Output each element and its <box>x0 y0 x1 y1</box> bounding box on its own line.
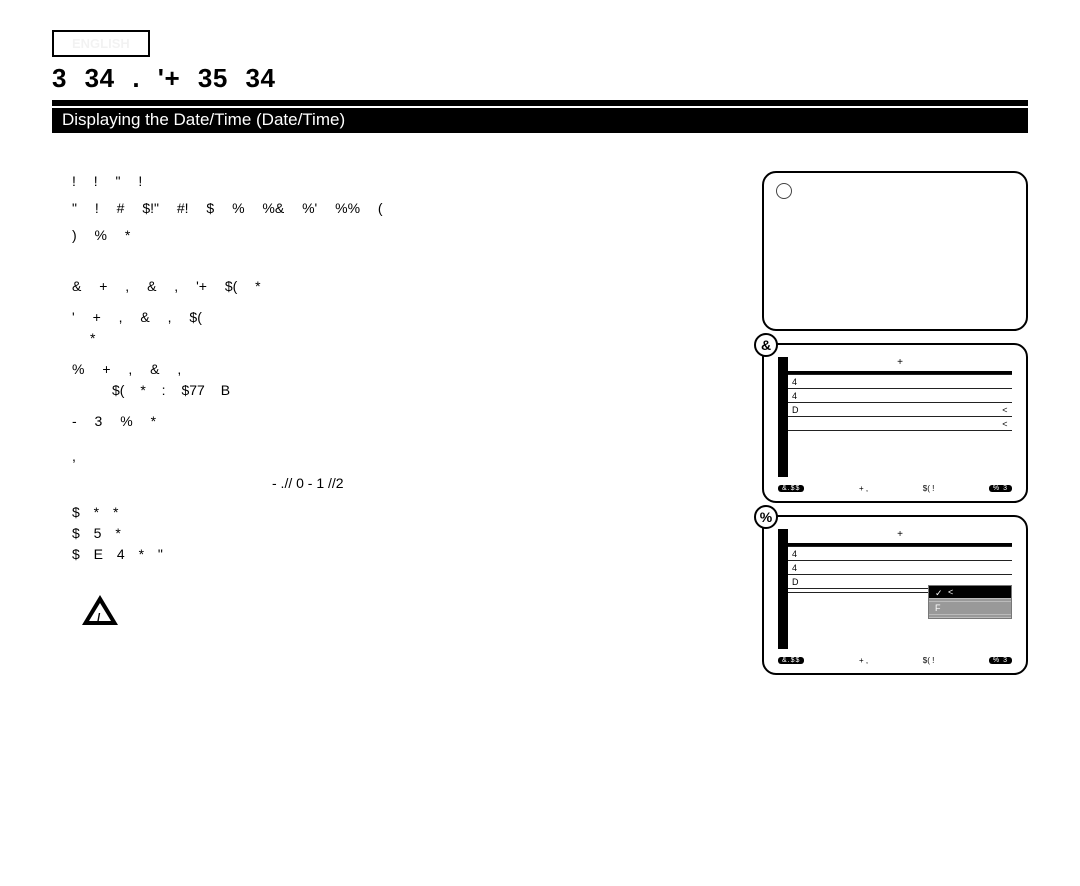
sun-icon <box>776 183 792 199</box>
step-2-sub: * <box>90 328 734 349</box>
body-line: " ! # $!" #! $ % %& %' %% ( <box>72 198 734 219</box>
lcd-screen-menu: + 4 4 D <box>762 343 1028 503</box>
menu-row-label: 4 <box>792 377 798 387</box>
footer-pill: &.$$ <box>778 485 804 492</box>
menu-row-value: < <box>1002 405 1008 415</box>
menu-row[interactable]: 4 <box>788 547 1012 561</box>
body-line: ! ! " ! <box>72 171 734 192</box>
dropdown-popup: < F <box>928 585 1012 619</box>
option-label: < <box>948 587 953 597</box>
page-title: 3 34 . '+ 35 34 <box>52 63 1028 94</box>
step-1: & + , & , '+ $( * <box>72 276 734 297</box>
menu-row[interactable]: 4 <box>788 389 1012 403</box>
menu-side-tabs <box>778 529 788 649</box>
option-label: F <box>935 603 941 613</box>
main-content: ! ! " ! " ! # $!" #! $ % %& %' %% ( ) % <box>52 171 734 675</box>
menu-footer: &.$$ + , $( ! % 3 <box>778 656 1012 665</box>
footer-pill: &.$$ <box>778 657 804 664</box>
footer-text: $( ! <box>923 656 935 665</box>
menu-row-label: D <box>792 577 799 587</box>
dropdown-option[interactable]: < <box>929 586 1011 599</box>
menu-title: + <box>788 529 1012 540</box>
menu-row[interactable]: 4 <box>788 561 1012 575</box>
step-2-text: ' + , & , $( <box>72 309 202 325</box>
step-badge: & <box>754 333 778 357</box>
step-badge: % <box>754 505 778 529</box>
note-line: $ * * <box>72 502 734 523</box>
menu-row-label: 4 <box>792 563 798 573</box>
screenshots-column: & + 4 4 <box>762 171 1028 675</box>
footer-text: $( ! <box>923 484 935 493</box>
menu-row[interactable]: 4 <box>788 375 1012 389</box>
menu-row[interactable]: D < <box>788 403 1012 417</box>
note-line: $ 5 * <box>72 523 734 544</box>
step-4: - 3 % * <box>72 411 734 432</box>
step-3: % + , & , $( * : $77 B <box>72 359 734 401</box>
step-3-text: % + , & , <box>72 361 181 377</box>
menu-title: + <box>788 357 1012 368</box>
section-heading: Displaying the Date/Time (Date/Time) <box>52 108 1028 133</box>
title-rule <box>52 100 1028 106</box>
menu-row-label: 4 <box>792 549 798 559</box>
step-3-sub: $( * : $77 B <box>112 380 734 401</box>
warning-glyph: / <box>97 609 100 627</box>
menu-row[interactable]: < <box>788 417 1012 431</box>
footer-text: + , <box>859 484 868 493</box>
lcd-screen-menu-popup: + 4 4 D <box>762 515 1028 675</box>
footer-pill: % 3 <box>989 657 1012 664</box>
lcd-screen-blank <box>762 171 1028 331</box>
check-icon <box>935 588 944 597</box>
off-values: - .// 0 - 1 //2 <box>272 473 734 494</box>
dropdown-option[interactable]: F <box>929 602 1011 615</box>
dropdown-option[interactable] <box>929 615 1011 618</box>
footer-text: + , <box>859 656 868 665</box>
body-line: ) % * <box>72 225 734 246</box>
language-tag: ENGLISH <box>52 30 150 57</box>
note-line: $ E 4 * " <box>72 544 734 565</box>
menu-row-label: D <box>792 405 799 415</box>
menu-row-label: 4 <box>792 391 798 401</box>
footer-pill: % 3 <box>989 485 1012 492</box>
warning-icon: / <box>82 595 118 625</box>
menu-side-tabs <box>778 357 788 477</box>
menu-footer: &.$$ + , $( ! % 3 <box>778 484 1012 493</box>
step-2: ' + , & , $( * <box>72 307 734 349</box>
notes-heading: , <box>72 446 734 467</box>
menu-row-value: < <box>1002 419 1008 429</box>
